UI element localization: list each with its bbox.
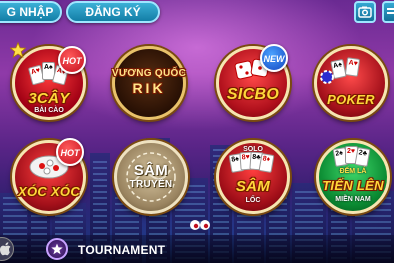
game-subtitle: LỐC: [245, 197, 261, 204]
apple-icon: [0, 242, 11, 256]
menu-button[interactable]: [382, 1, 394, 23]
game-3cay[interactable]: A♥ A♠ A♦ 3CÂY BÀI CÀO HOT: [10, 42, 86, 120]
game-subtitle: MIỀN NAM: [335, 196, 371, 203]
game-tien-len[interactable]: 2♠ 2♥ 2♣ ĐẾM LÁ TIẾN LÊN MIỀN NAM: [316, 140, 390, 214]
game-title: SÂM: [133, 162, 169, 179]
tournament-button[interactable]: [46, 238, 68, 260]
game-title: 3CÂY: [28, 90, 70, 107]
tournament-label[interactable]: TOURNAMENT: [78, 243, 165, 257]
game-lobby: G NHẬP ĐĂNG KÝ A♥ A♠ A♦ 3CÂY BÀI CÀO HOT…: [0, 0, 394, 263]
login-button[interactable]: G NHẬP: [0, 1, 62, 23]
game-sicbo[interactable]: SICBO NEW: [216, 44, 290, 120]
game-xoc-xoc[interactable]: XÓC XÓC HOT: [12, 138, 86, 214]
game-poker[interactable]: A♠ A♥ POKER: [314, 46, 388, 120]
game-title: XÓC XÓC: [17, 184, 81, 199]
game-title: SICBO: [226, 86, 280, 103]
game-top-label: ĐẾM LÁ: [339, 168, 367, 175]
game-subtitle: RIK: [132, 80, 166, 96]
game-title: POKER: [327, 92, 375, 107]
hot-badge: HOT: [56, 138, 84, 166]
camera-icon: [358, 6, 372, 18]
menu-icon: [387, 8, 394, 14]
game-subtitle: TRUYỀN: [129, 179, 173, 190]
star-icon: [51, 243, 63, 255]
register-button[interactable]: ĐĂNG KÝ: [66, 1, 160, 23]
game-title: TIẾN LÊN: [322, 178, 384, 193]
playing-card-icon: A♥: [344, 57, 361, 77]
game-sam-loc[interactable]: SOLO 8♠ 8♥ 8♣ 8♦ SÂM LỐC: [216, 140, 290, 214]
screenshot-button[interactable]: [354, 1, 376, 23]
game-subtitle: BÀI CÀO: [34, 107, 64, 114]
game-title: VƯƠNG QUỐC: [111, 68, 187, 79]
game-sam-truyen[interactable]: SÂM TRUYỀN: [114, 140, 188, 214]
hot-badge: HOT: [58, 46, 86, 74]
game-title: SÂM: [235, 178, 271, 195]
star-icon: [10, 42, 26, 58]
poker-chip-icon: [320, 70, 334, 84]
game-vuong-quoc-rik[interactable]: VƯƠNG QUỐC RIK: [112, 46, 186, 120]
new-badge: NEW: [260, 44, 288, 72]
mascot-eyes-icon: [190, 220, 210, 230]
